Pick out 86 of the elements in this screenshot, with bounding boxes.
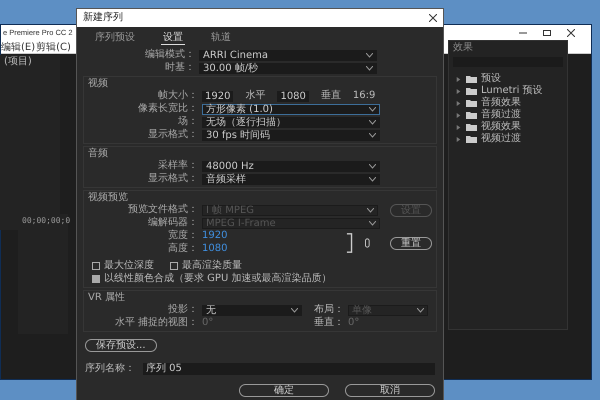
bracket-icon — [346, 232, 354, 254]
link-icon — [365, 238, 370, 248]
section-title: 视频预览 — [88, 192, 128, 204]
dropdown-caret-icon — [366, 52, 373, 58]
dropdown-caret-icon — [369, 120, 376, 124]
panel-tab[interactable]: 效果 — [449, 41, 567, 55]
section-title: 视频 — [88, 78, 109, 90]
dialog-title: 新建序列 — [83, 10, 123, 25]
dropdown[interactable]: ARRI Cinema — [199, 50, 377, 60]
dropdown[interactable]: 48000 Hz — [202, 160, 380, 172]
folder-icon — [466, 99, 477, 107]
field-label: 投影： — [167, 304, 198, 316]
field-label: 垂直： — [314, 317, 344, 329]
dropdown-caret-icon — [291, 308, 298, 312]
menu-item[interactable]: 编辑(E) — [1, 41, 36, 53]
dropdown[interactable]: 方形像素 (1.0) — [202, 104, 380, 114]
dropdown[interactable]: 无 — [202, 304, 302, 316]
number-field[interactable]: 1920 — [202, 90, 234, 102]
checkbox-label: 最高渲染质量 — [182, 260, 242, 272]
field-label: 时基： — [164, 62, 195, 74]
panel-label: (项目) — [3, 55, 33, 69]
menu-item[interactable]: 剪辑(C) — [36, 41, 71, 53]
field-label: 显示格式： — [147, 173, 198, 185]
tree-item-label[interactable]: 音频效果 — [481, 97, 521, 109]
dropdown-caret-icon — [369, 220, 376, 226]
save-preset-button[interactable]: 保存预设... — [85, 339, 157, 352]
field-label: 像素长宽比： — [137, 103, 198, 115]
dropdown-caret-icon — [369, 106, 376, 112]
dropdown-caret-icon — [417, 308, 424, 312]
checkbox-label: 以线性颜色合成（要求 GPU 加速或最高渲染品质） — [104, 273, 332, 285]
folder-icon — [466, 123, 477, 131]
value-text: 0° — [348, 317, 360, 329]
tree-item-label[interactable]: 音频过渡 — [481, 109, 521, 121]
tree-item-label[interactable]: Lumetri 预设 — [481, 85, 543, 97]
field-label: 编解码器： — [147, 217, 198, 229]
ratio-text: 16:9 — [352, 90, 376, 102]
section-title: VR 属性 — [88, 292, 126, 304]
folder-icon — [466, 87, 477, 95]
number-field[interactable]: 1080 — [277, 90, 309, 102]
dropdown[interactable]: 30.00 帧/秒 — [199, 62, 377, 74]
folder-icon — [466, 111, 477, 119]
dropdown-caret-icon — [369, 176, 376, 182]
tab[interactable]: 轨道 — [209, 31, 233, 45]
timecode: 00;00;00;0 — [21, 215, 68, 227]
field-label: 帧大小： — [157, 90, 198, 102]
field-label: 水平 — [245, 90, 266, 102]
field-label: 高度： — [167, 243, 198, 255]
number-value[interactable]: 1920 — [202, 230, 228, 242]
field-label: 显示格式： — [147, 129, 198, 141]
field-label: 布局： — [314, 304, 344, 316]
section-title: 音频 — [88, 148, 109, 160]
tree-item-label[interactable]: 视频过渡 — [481, 133, 521, 145]
folder-icon — [466, 135, 477, 143]
reset-button[interactable]: 重置 — [390, 236, 432, 250]
number-value[interactable]: 1080 — [202, 243, 228, 255]
tab[interactable]: 序列预设 — [93, 31, 137, 45]
tree-item-label[interactable]: 视频效果 — [481, 121, 521, 133]
dropdown-caret-icon — [366, 66, 373, 70]
folder-icon — [466, 75, 477, 83]
checkbox[interactable] — [170, 262, 178, 270]
checkbox-label: 最大位深度 — [104, 260, 154, 272]
maximize-icon[interactable] — [543, 29, 551, 37]
field-label: 场： — [177, 116, 198, 128]
field-label: 水平 捕捉的视图： — [114, 317, 198, 329]
checkbox[interactable] — [92, 262, 100, 270]
close-icon[interactable] — [429, 14, 437, 22]
dropdown-caret-icon — [367, 208, 374, 212]
tab[interactable]: 设置 — [161, 31, 185, 45]
field-label: 预览文件格式： — [127, 204, 198, 216]
field-label: 采样率： — [157, 160, 198, 172]
field-label: 编辑模式： — [144, 49, 195, 61]
dropdown[interactable]: 无场（逐行扫描） — [202, 116, 380, 128]
dropdown[interactable]: 30 fps 时间码 — [202, 130, 380, 140]
field-label: 宽度： — [167, 230, 198, 242]
dropdown[interactable]: 音频采样 — [202, 174, 380, 184]
dropdown-caret-icon — [369, 164, 376, 168]
field-label: 垂直 — [320, 90, 341, 102]
close-icon[interactable] — [567, 29, 575, 37]
tree-item-label[interactable]: 预设 — [481, 73, 501, 85]
value-text: 0° — [202, 317, 214, 329]
checkbox[interactable] — [92, 275, 100, 283]
dropdown-caret-icon — [369, 132, 376, 138]
field-label: 序列名称： — [85, 362, 135, 376]
cancel-button[interactable]: 取消 — [345, 384, 435, 397]
ok-button[interactable]: 确定 — [239, 384, 329, 397]
name-field[interactable]: 序列 05 — [143, 362, 435, 374]
